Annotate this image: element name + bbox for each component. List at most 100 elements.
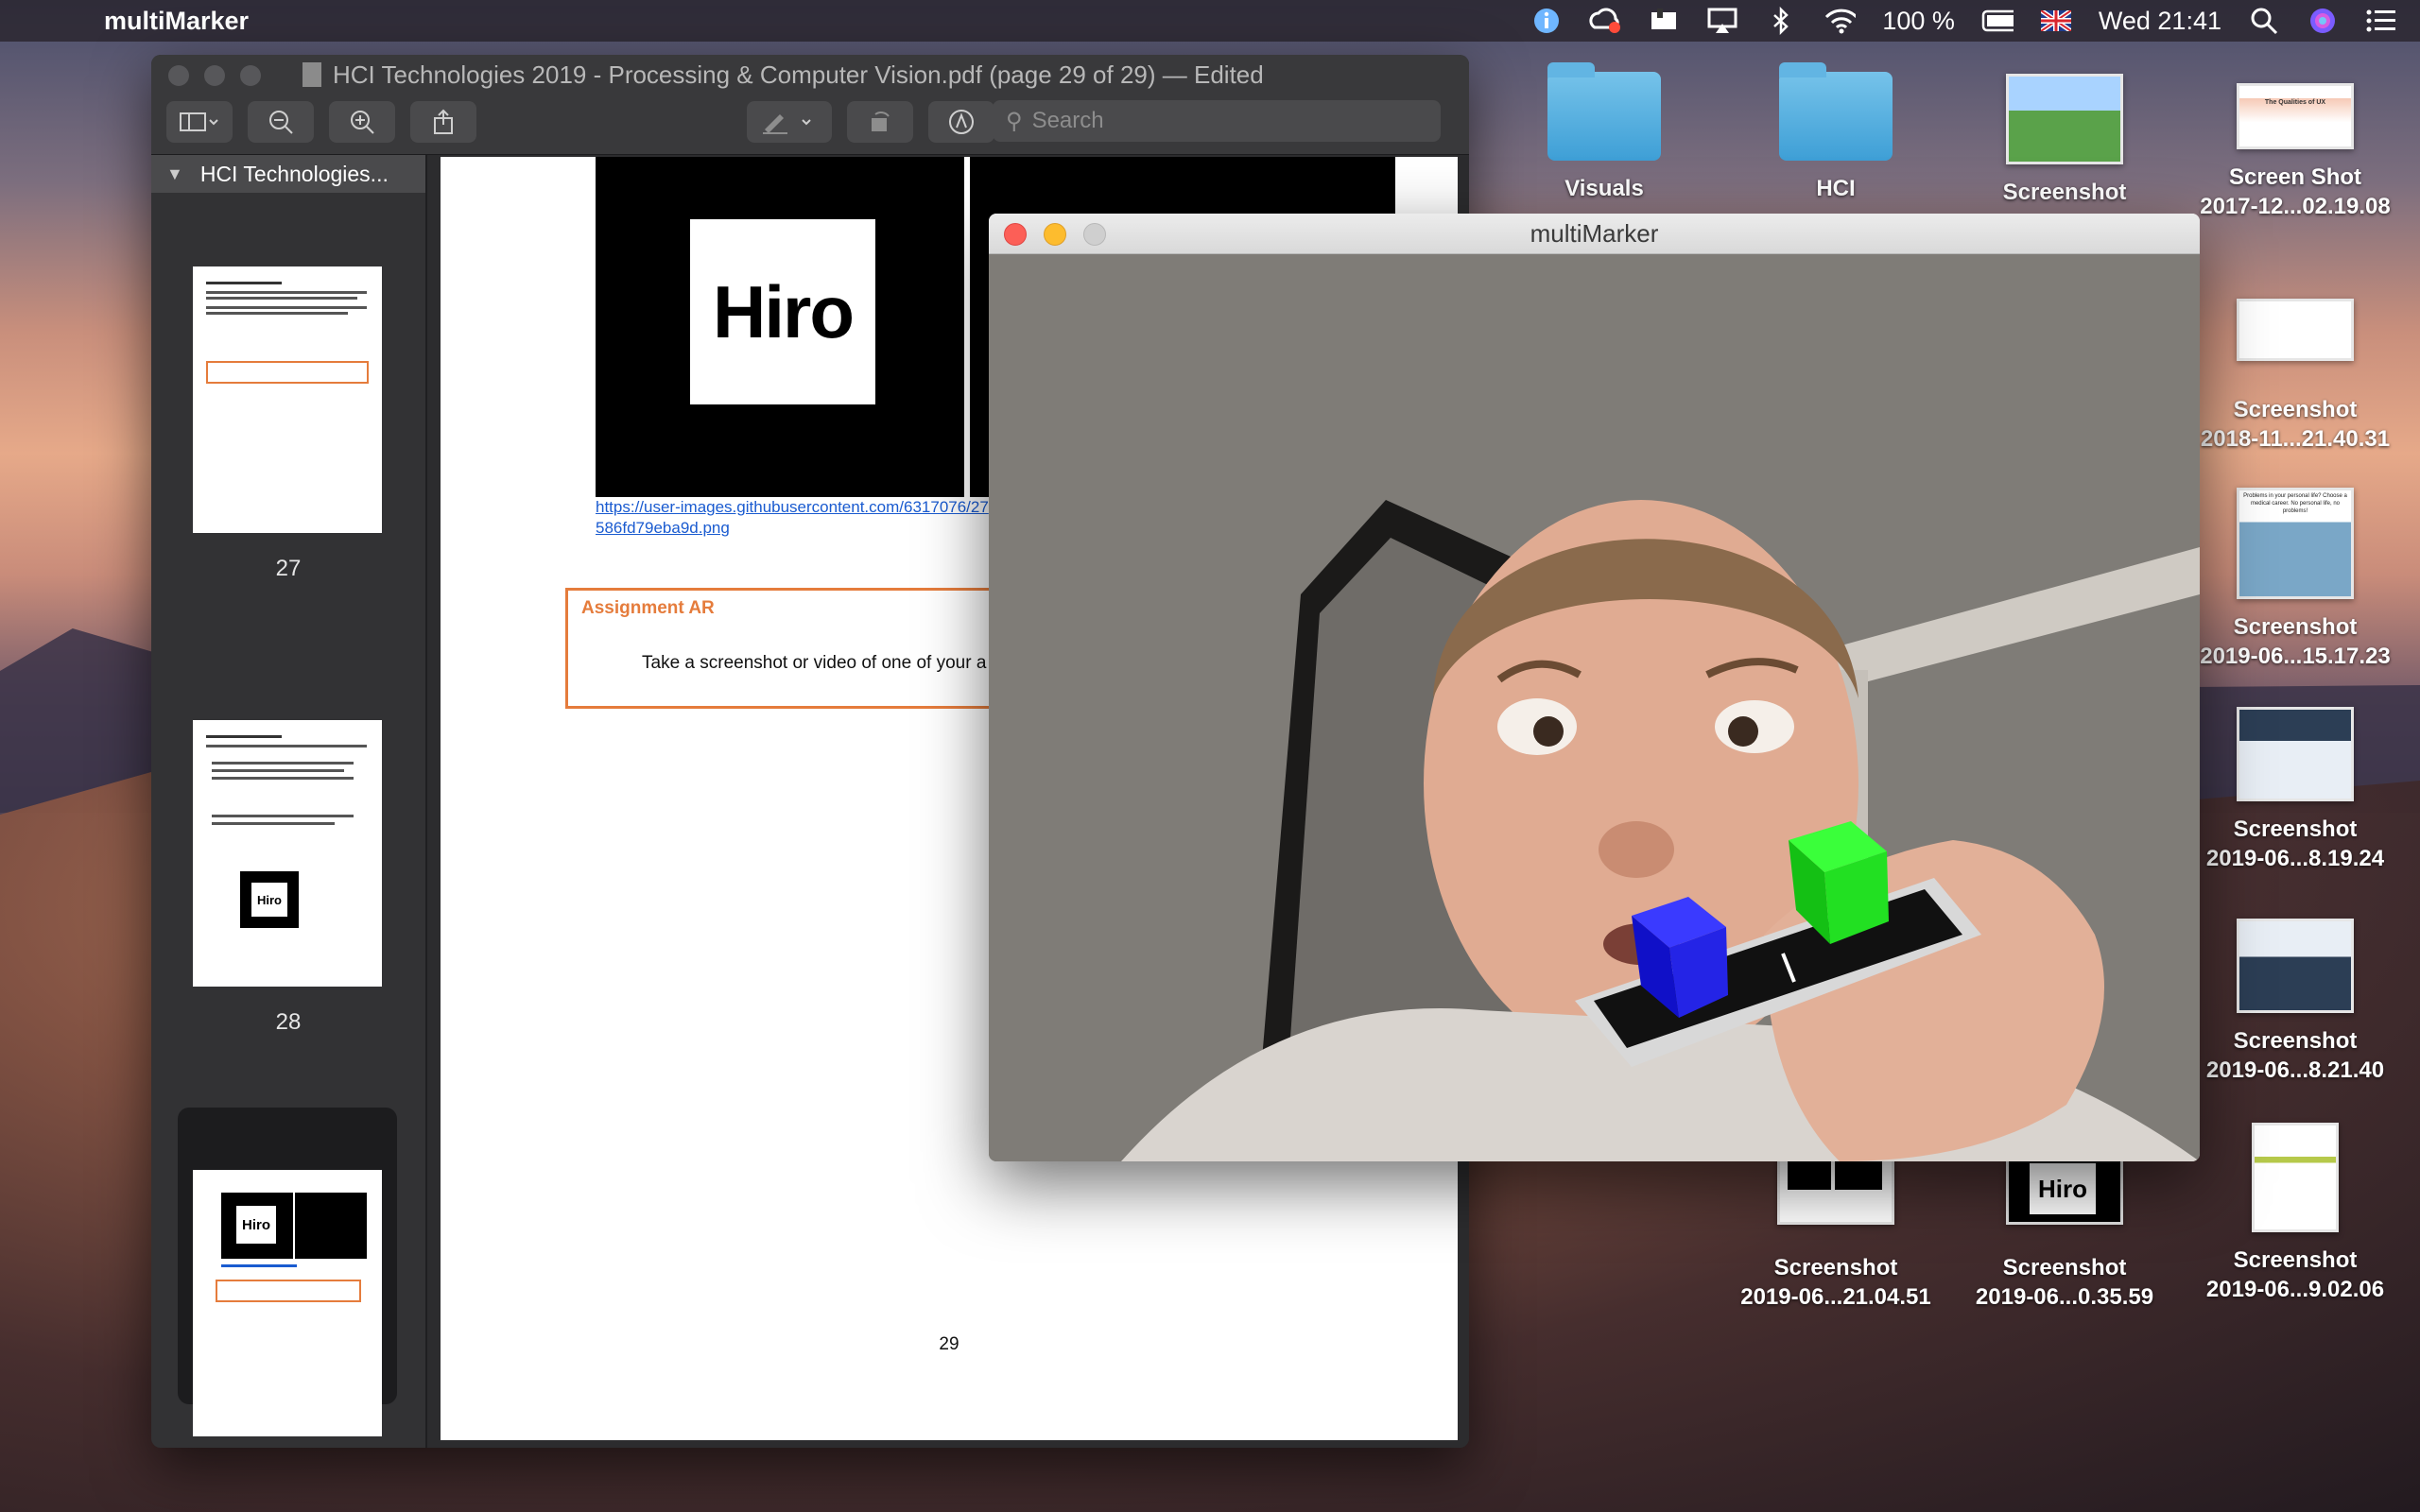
menu-bar: multiMarker 100 % Wed 21:41	[0, 0, 2420, 42]
desktop-file-screenshot-81924[interactable]: Screenshot 2019-06...8.19.24	[2182, 707, 2409, 873]
desktop-file-screenshot-151723[interactable]: Problems in your personal life? Choose a…	[2182, 488, 2409, 671]
hiro-marker-square: Hiro	[690, 219, 875, 404]
thumbnail-sidebar: ▼ HCI Technologies... 27 Hiro 28 Hiro	[151, 155, 427, 1448]
desktop-icon-label: Screenshot	[2002, 180, 2127, 205]
window-controls	[168, 65, 261, 86]
desktop-icon-date: 2017-12...02.19.08	[2200, 194, 2391, 219]
battery-icon[interactable]	[1981, 7, 2014, 35]
multimarker-titlebar: multiMarker	[989, 214, 2200, 254]
bluetooth-icon[interactable]	[1765, 7, 1797, 35]
dashboard-thumbnail-icon	[2237, 707, 2354, 801]
desktop-file-screenshot-03559[interactable]: Hiro Screenshot 2019-06...0.35.59	[1951, 1155, 2178, 1312]
share-button[interactable]	[410, 101, 476, 143]
airplay-icon[interactable]	[1706, 7, 1738, 35]
pdf-document-icon	[302, 62, 321, 87]
window-title: multiMarker	[1530, 219, 1659, 248]
zoom-out-button[interactable]	[248, 101, 314, 143]
menu-clock[interactable]: Wed 21:41	[2099, 7, 2221, 36]
battery-percentage[interactable]: 100 %	[1882, 7, 1955, 36]
page-number-27: 27	[275, 556, 302, 581]
spotlight-search-icon[interactable]	[2248, 7, 2280, 35]
desktop-icon-date: 2019-06...0.35.59	[1975, 1284, 2154, 1310]
zoom-in-icon	[351, 111, 374, 134]
sidebar-document-header[interactable]: ▼ HCI Technologies...	[151, 155, 425, 193]
desktop-icon-date: 2019-06...9.02.06	[2205, 1277, 2385, 1302]
markup-toolbar-button[interactable]	[928, 101, 994, 143]
creative-cloud-icon[interactable]	[1589, 7, 1621, 35]
thumbnail-caption: Problems in your personal life? Choose a…	[2243, 493, 2347, 514]
zoom-out-icon	[269, 111, 293, 134]
hiro-marker-image: Hiro	[596, 157, 964, 497]
assignment-text: Take a screenshot or video of one of you…	[642, 653, 987, 673]
search-placeholder: Search	[1031, 108, 1104, 133]
search-field[interactable]: ⚲ Search	[993, 100, 1441, 142]
close-button[interactable]	[168, 65, 189, 86]
desktop-folder-visuals[interactable]: Visuals	[1491, 62, 1718, 203]
image-url-line1: https://user-images.githubusercontent.co…	[596, 498, 989, 516]
search-icon: ⚲	[1006, 108, 1023, 134]
desktop-file-screenshot-82140[interactable]: Screenshot 2019-06...8.21.40	[2182, 919, 2409, 1085]
desktop-icon-date: 2019-06...8.19.24	[2205, 846, 2385, 871]
desktop-icon-label: Screenshot	[2233, 1028, 2358, 1054]
window-title: HCI Technologies 2019 - Processing & Com…	[302, 60, 1264, 90]
minimize-button[interactable]	[204, 65, 225, 86]
notification-center-icon[interactable]	[2365, 7, 2397, 35]
desktop-icon-label: Screenshot	[2233, 397, 2358, 422]
hiro-marker-text: Hiro	[713, 269, 855, 353]
sidebar-document-title: HCI Technologies...	[199, 161, 389, 186]
sidebar-toggle-button[interactable]	[166, 101, 233, 143]
uk-flag-icon[interactable]	[2040, 7, 2072, 35]
page-thumbnail-28[interactable]: Hiro	[193, 720, 382, 987]
page-thumbnail-29[interactable]: Hiro	[193, 1170, 382, 1436]
zoom-button[interactable]	[240, 65, 261, 86]
wifi-icon[interactable]	[1824, 7, 1857, 35]
desktop-icon-date: 2019-06...8.21.40	[2205, 1057, 2385, 1083]
markup-icon	[949, 110, 974, 134]
menu-extras: 100 % Wed 21:41	[1530, 0, 2397, 42]
folder-icon	[1547, 62, 1661, 161]
desktop-file-screenshot-comic[interactable]: Screenshot	[1951, 74, 2178, 207]
page-thumbnail-27[interactable]	[193, 266, 382, 533]
desktop-icon-label: Screenshot	[2233, 816, 2358, 842]
thumbnail-heading: The Qualities of UX	[2264, 99, 2326, 106]
desktop-icon-label: Screenshot	[1773, 1255, 1898, 1280]
window-title-text: HCI Technologies 2019 - Processing & Com…	[333, 60, 1264, 89]
desktop-folder-hci[interactable]: HCI	[1722, 62, 1949, 203]
document-thumbnail-icon	[2252, 1123, 2339, 1232]
desktop-file-screen-shot-2017[interactable]: The Qualities of UX Screen Shot 2017-12.…	[2182, 83, 2409, 221]
desktop-icon-date: 2018-11...21.40.31	[2200, 426, 2391, 452]
siri-icon[interactable]	[2307, 7, 2339, 35]
desktop-icon-date: 2019-06...21.04.51	[1740, 1284, 1931, 1310]
desktop-file-screenshot-2018[interactable]: Screenshot 2018-11...21.40.31	[2182, 299, 2409, 454]
multimarker-window: multiMarker	[989, 214, 2200, 1161]
share-icon	[434, 109, 453, 134]
desktop-icon-label: Screenshot	[2233, 1247, 2358, 1273]
desktop-icon-label: Screenshot	[2233, 614, 2358, 640]
backup-drive-icon[interactable]	[1648, 7, 1680, 35]
page-footer-number: 29	[939, 1334, 959, 1354]
folder-icon	[1779, 62, 1893, 161]
markup-pen-button[interactable]	[747, 101, 832, 143]
info-icon[interactable]	[1530, 7, 1563, 35]
image-url-link[interactable]: https://user-images.githubusercontent.co…	[596, 497, 989, 539]
assignment-title: Assignment AR	[581, 598, 715, 618]
active-app-name[interactable]: multiMarker	[104, 7, 249, 36]
hiro-thumbnail-icon: Hiro	[2006, 1155, 2123, 1225]
ar-scene	[989, 254, 2200, 1161]
table-thumbnail-icon: The Qualities of UX	[2237, 83, 2354, 149]
desktop-icon-label: Screenshot	[2002, 1255, 2127, 1280]
disclosure-triangle-icon[interactable]: ▼	[166, 164, 183, 184]
thumbnail-marker-text: Hiro	[236, 1206, 276, 1244]
hiro-thumbnail-text: Hiro	[2038, 1174, 2087, 1203]
comic-thumbnail-icon	[2006, 74, 2123, 164]
meme-thumbnail-icon: Problems in your personal life? Choose a…	[2237, 488, 2354, 599]
desktop-file-screenshot-210451[interactable]: Screenshot 2019-06...21.04.51	[1722, 1155, 1949, 1312]
desktop-icon-date: 2019-06...15.17.23	[2200, 644, 2391, 669]
desktop-icon-label: Screen Shot	[2228, 164, 2362, 190]
page-number-28: 28	[275, 1009, 302, 1035]
markers-thumbnail-icon	[1777, 1155, 1894, 1225]
zoom-in-button[interactable]	[329, 101, 395, 143]
rotate-button[interactable]	[847, 101, 913, 143]
desktop-file-screenshot-90206[interactable]: Screenshot 2019-06...9.02.06	[2182, 1123, 2409, 1304]
thumbnail-marker-text: Hiro	[251, 883, 287, 917]
